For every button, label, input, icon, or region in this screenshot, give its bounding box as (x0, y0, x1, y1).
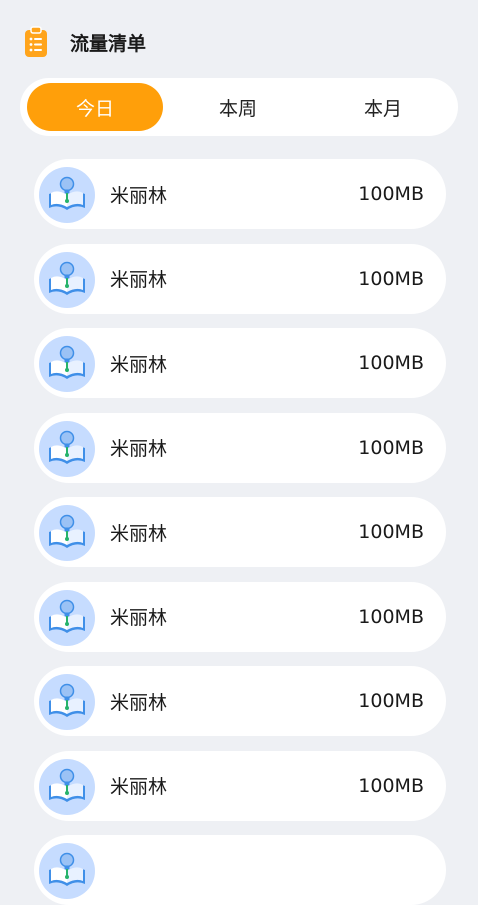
app-name: 米丽林 (110, 522, 168, 545)
app-avatar (39, 843, 95, 899)
traffic-usage: 100MB (358, 605, 424, 628)
tab-today[interactable]: 今日 (27, 83, 163, 131)
list-item[interactable]: 米丽林 100MB (34, 412, 446, 483)
book-lightbulb-icon (49, 430, 85, 464)
tab-this-month[interactable]: 本月 (315, 83, 451, 131)
tab-this-week[interactable]: 本周 (170, 83, 306, 131)
traffic-usage: 100MB (358, 521, 424, 543)
app-name: 米丽林 (110, 776, 168, 798)
book-lightbulb-icon (49, 514, 85, 548)
book-lightbulb-icon (49, 683, 85, 717)
app-avatar (39, 758, 95, 815)
clipboard-list-icon (25, 26, 47, 57)
book-lightbulb-icon (49, 768, 85, 802)
app-name: 米丽林 (110, 269, 168, 291)
app-avatar (39, 251, 95, 308)
app-avatar (39, 505, 95, 561)
app-avatar (39, 167, 95, 223)
traffic-usage: 100MB (358, 352, 424, 374)
list-item[interactable]: 米丽林 100MB (34, 159, 446, 229)
page-header: 流量清单 (24, 26, 146, 58)
traffic-usage: 100MB (358, 267, 424, 290)
book-lightbulb-icon (49, 261, 85, 295)
book-lightbulb-icon (49, 599, 85, 633)
list-item[interactable] (34, 835, 446, 905)
book-lightbulb-icon (49, 345, 85, 379)
list-item[interactable]: 米丽林 100MB (34, 750, 446, 821)
app-name: 米丽林 (110, 691, 168, 714)
book-lightbulb-icon (49, 852, 85, 886)
app-avatar (39, 674, 95, 730)
traffic-usage: 100MB (358, 774, 424, 797)
app-avatar (39, 336, 95, 392)
period-tabs: 今日 本周 本月 (20, 78, 458, 136)
app-name: 米丽林 (110, 184, 168, 207)
traffic-usage: 100MB (358, 690, 424, 712)
app-name: 米丽林 (110, 607, 168, 629)
list-item[interactable]: 米丽林 100MB (34, 243, 446, 314)
app-avatar (39, 420, 95, 477)
list-item[interactable]: 米丽林 100MB (34, 666, 446, 736)
list-item[interactable]: 米丽林 100MB (34, 497, 446, 567)
traffic-usage: 100MB (358, 436, 424, 459)
app-name: 米丽林 (110, 353, 168, 376)
app-avatar (39, 589, 95, 646)
list-item[interactable]: 米丽林 100MB (34, 581, 446, 652)
page-title: 流量清单 (70, 32, 147, 55)
book-lightbulb-icon (49, 176, 85, 210)
traffic-usage: 100MB (358, 183, 424, 205)
list-item[interactable]: 米丽林 100MB (34, 328, 446, 398)
app-name: 米丽林 (110, 438, 168, 460)
